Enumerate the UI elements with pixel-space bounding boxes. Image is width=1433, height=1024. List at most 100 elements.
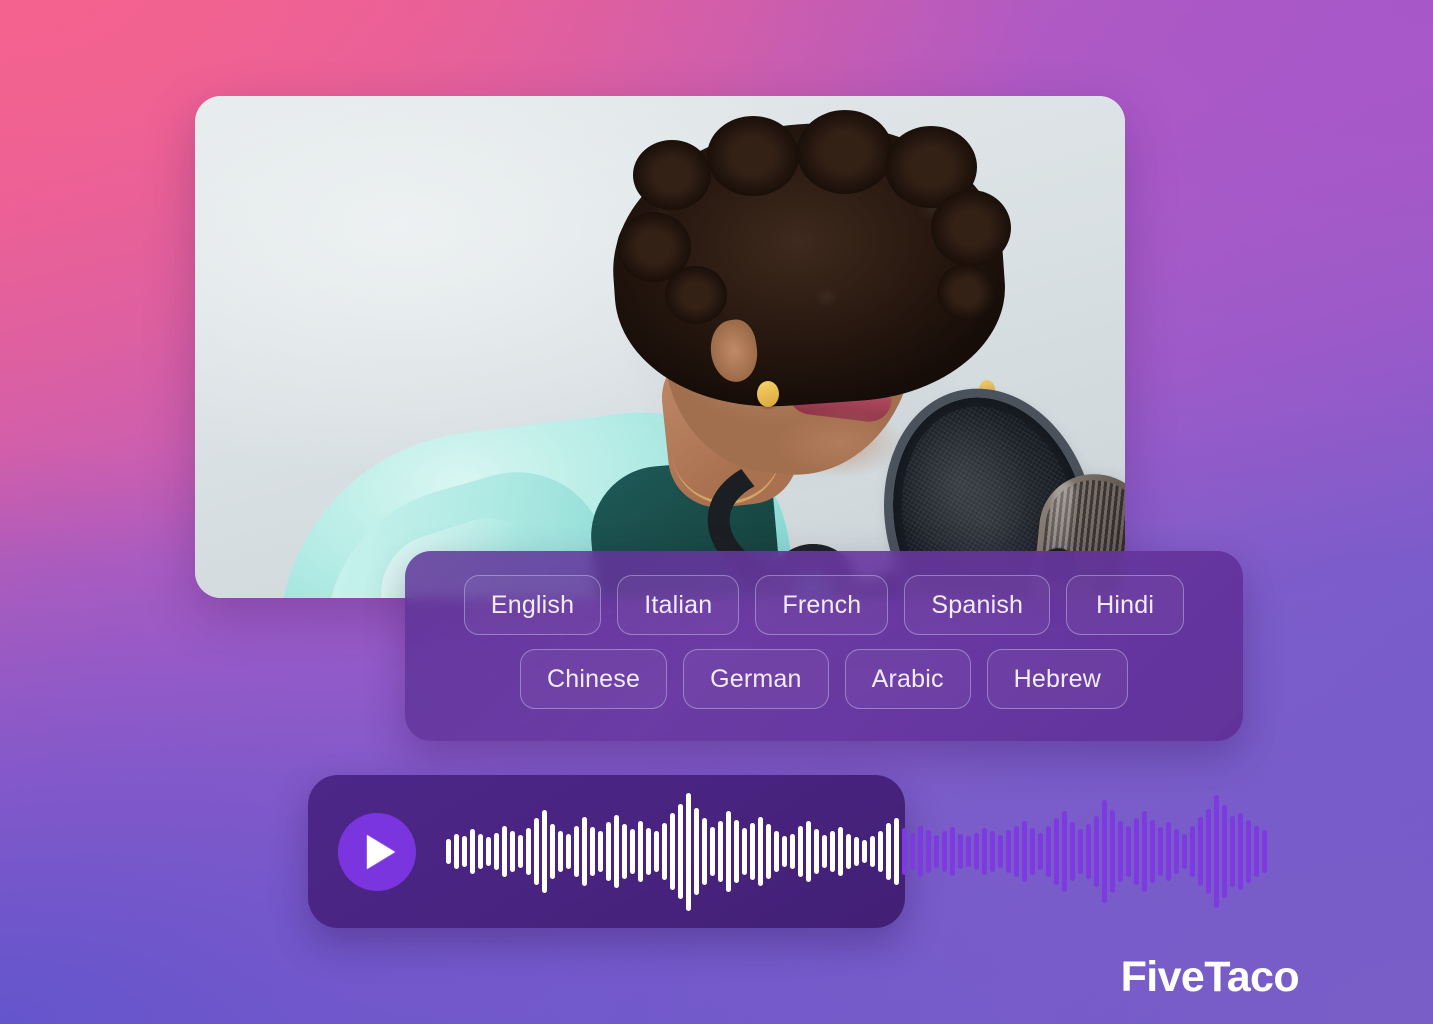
waveform-bar xyxy=(798,825,803,878)
hair-curl xyxy=(633,140,711,210)
waveform-bar xyxy=(750,823,755,880)
waveform-bar xyxy=(934,834,939,869)
waveform-bar xyxy=(1078,829,1083,874)
waveform-bar xyxy=(998,834,1003,869)
brand-logo: FiveTaco xyxy=(1120,953,1300,1001)
waveform-bar xyxy=(646,827,651,876)
waveform-bar xyxy=(974,832,979,871)
waveform-bar xyxy=(494,832,499,871)
waveform-bar xyxy=(1246,819,1251,884)
waveform-bar xyxy=(814,829,819,874)
waveform-bar xyxy=(742,827,747,876)
waveform-bar xyxy=(678,804,683,899)
waveform-bar xyxy=(1094,816,1099,887)
waveform-bar xyxy=(926,830,931,873)
waveform-bar xyxy=(1166,822,1171,881)
waveform-bar xyxy=(630,829,635,874)
waveform-bar xyxy=(1150,819,1155,884)
waveform-bar xyxy=(910,832,915,871)
waveform-bar xyxy=(758,817,763,886)
language-row-1: English Italian French Spanish Hindi xyxy=(463,575,1185,635)
waveform-bar xyxy=(1142,811,1147,892)
waveform-bar xyxy=(902,827,907,876)
waveform-bar xyxy=(526,827,531,876)
waveform-bar xyxy=(590,826,595,877)
language-chip-chinese[interactable]: Chinese xyxy=(519,649,668,709)
waveform-bar xyxy=(638,820,643,883)
language-row-2: Chinese German Arabic Hebrew xyxy=(519,649,1129,709)
waveform-bar xyxy=(878,831,883,872)
waveform-bar xyxy=(1126,825,1131,878)
waveform-bar xyxy=(950,826,955,877)
audio-player xyxy=(308,775,1267,928)
waveform-bar xyxy=(1110,810,1115,893)
hero-photo-card xyxy=(195,96,1125,598)
waveform-bar xyxy=(654,831,659,872)
waveform-bar xyxy=(1086,824,1091,879)
waveform-bar xyxy=(1030,827,1035,876)
waveform-bar xyxy=(1054,818,1059,885)
language-chip-german[interactable]: German xyxy=(683,649,829,709)
play-icon xyxy=(366,834,395,869)
waveform-bar xyxy=(702,818,707,885)
language-chip-french[interactable]: French xyxy=(755,575,889,635)
language-selector-panel: English Italian French Spanish Hindi Chi… xyxy=(405,551,1243,741)
waveform-bar xyxy=(1238,812,1243,891)
waveform-bar xyxy=(510,831,515,872)
hair-curl xyxy=(937,264,995,320)
waveform-bar xyxy=(1038,832,1043,871)
language-chip-spanish[interactable]: Spanish xyxy=(904,575,1051,635)
waveform-bar xyxy=(454,833,459,870)
waveform-bar xyxy=(486,837,491,866)
waveform-bar xyxy=(614,814,619,889)
waveform-bar xyxy=(1006,830,1011,873)
waveform-bar xyxy=(446,838,451,865)
play-button[interactable] xyxy=(338,812,416,891)
hair-curl xyxy=(665,266,727,324)
waveform-bar xyxy=(686,792,691,911)
waveform-bar xyxy=(1158,826,1163,877)
waveform-bar xyxy=(1118,820,1123,883)
language-chip-italian[interactable]: Italian xyxy=(617,575,740,635)
waveform-bar xyxy=(542,810,547,893)
waveform-bar xyxy=(1062,811,1067,892)
audio-waveform-scrubber[interactable] xyxy=(446,792,1267,912)
language-chip-arabic[interactable]: Arabic xyxy=(844,649,971,709)
waveform-bar xyxy=(470,829,475,874)
waveform-bar xyxy=(622,824,627,879)
waveform-bar xyxy=(1046,825,1051,878)
waveform-bar xyxy=(694,807,699,896)
waveform-bar xyxy=(1222,805,1227,898)
waveform-bar xyxy=(966,836,971,867)
hair-curl xyxy=(707,116,799,196)
language-chip-hebrew[interactable]: Hebrew xyxy=(986,649,1129,709)
waveform-bar xyxy=(1182,833,1187,870)
hair-curl xyxy=(797,110,893,194)
waveform-bar xyxy=(1214,794,1219,909)
waveform-bar xyxy=(518,834,523,869)
waveform-bar xyxy=(918,825,923,878)
waveform-bar xyxy=(534,818,539,885)
waveform-bar xyxy=(502,825,507,878)
waveform-bar xyxy=(766,824,771,879)
waveform-bar xyxy=(806,820,811,883)
waveform-bar xyxy=(1262,830,1267,873)
waveform-bar xyxy=(886,823,891,880)
waveform-bar xyxy=(582,817,587,886)
waveform-bar xyxy=(1014,825,1019,878)
waveform-bar xyxy=(662,823,667,880)
waveform-bar xyxy=(1070,822,1075,881)
waveform-bar xyxy=(1134,818,1139,885)
language-chip-english[interactable]: English xyxy=(463,575,602,635)
waveform-bar xyxy=(1198,817,1203,886)
waveform-bar xyxy=(958,833,963,870)
gold-earring xyxy=(757,381,779,407)
hair-curl xyxy=(931,190,1011,266)
waveform-bar xyxy=(942,831,947,872)
language-chip-hindi[interactable]: Hindi xyxy=(1066,575,1185,635)
waveform-bar xyxy=(574,825,579,878)
waveform-bar xyxy=(870,836,875,867)
waveform-bar xyxy=(862,839,867,864)
waveform-bar xyxy=(990,831,995,872)
waveform-bar xyxy=(566,833,571,870)
